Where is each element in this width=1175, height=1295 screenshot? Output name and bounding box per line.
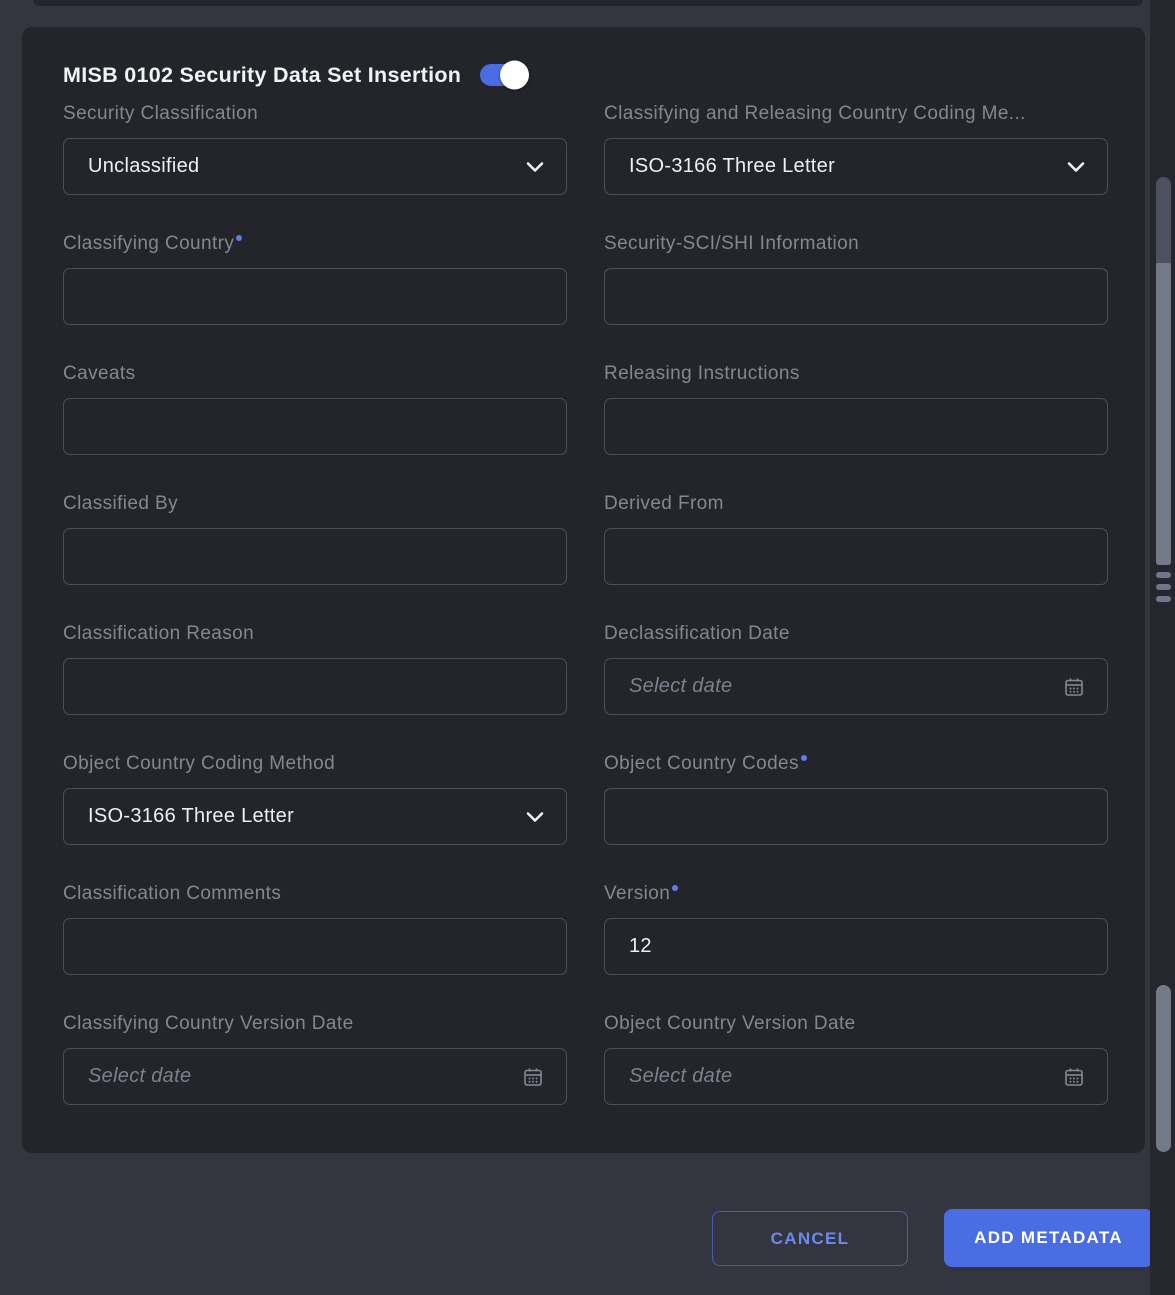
object-country-version-date-date-input[interactable]: Select date [604, 1048, 1108, 1105]
field-label-text: Object Country Coding Method [63, 753, 335, 774]
field-label-text: Classified By [63, 493, 178, 514]
field-label-text: Object Country Codes [604, 753, 799, 774]
scrollbar-thumb[interactable] [1156, 263, 1171, 565]
field-label-caveats: Caveats [63, 363, 567, 385]
field-version: Version 12 [604, 883, 1108, 975]
required-dot-icon [236, 235, 242, 241]
field-label-classifying-country-version-date: Classifying Country Version Date [63, 1013, 567, 1035]
field-label-classified-by: Classified By [63, 493, 567, 515]
field-label-text: Security Classification [63, 103, 258, 124]
field-label-releasing-instructions: Releasing Instructions [604, 363, 1108, 385]
required-dot-icon [801, 755, 807, 761]
misb-0102-security-form-panel: MISB 0102 Security Data Set Insertion Se… [22, 27, 1145, 1153]
classified-by-input[interactable] [63, 528, 567, 585]
field-label-text: Object Country Version Date [604, 1013, 856, 1034]
calendar-icon[interactable] [522, 1066, 544, 1088]
releasing-instructions-input[interactable] [604, 398, 1108, 455]
field-label-declassification-date: Declassification Date [604, 623, 1108, 645]
form-column-left: Security Classification Unclassified Class… [63, 103, 567, 1143]
field-label-text: Caveats [63, 363, 136, 384]
derived-from-input[interactable] [604, 528, 1108, 585]
security-classification-select[interactable]: Unclassified [63, 138, 567, 195]
chevron-down-icon [526, 811, 544, 822]
field-value-text: ISO-3166 Three Letter [629, 155, 835, 178]
cancel-button[interactable]: CANCEL [712, 1211, 908, 1266]
field-label-version: Version [604, 883, 1108, 905]
declassification-date-date-input[interactable]: Select date [604, 658, 1108, 715]
date-placeholder-text: Select date [629, 1065, 732, 1088]
field-releasing-instructions: Releasing Instructions [604, 363, 1108, 455]
field-label-text: Classifying and Releasing Country Coding… [604, 103, 1026, 124]
field-label-classification-reason: Classification Reason [63, 623, 567, 645]
field-security-classification: Security Classification Unclassified [63, 103, 567, 195]
field-label-classifying-releasing-country-coding-method: Classifying and Releasing Country Coding… [604, 103, 1108, 125]
form-column-right: Classifying and Releasing Country Coding… [604, 103, 1108, 1143]
field-object-country-version-date: Object Country Version Date Select date [604, 1013, 1108, 1105]
field-label-text: Releasing Instructions [604, 363, 800, 384]
field-derived-from: Derived From [604, 493, 1108, 585]
form-columns: Security Classification Unclassified Class… [63, 103, 1108, 1143]
classifying-country-input[interactable] [63, 268, 567, 325]
field-label-text: Derived From [604, 493, 724, 514]
calendar-icon[interactable] [1063, 676, 1085, 698]
chevron-down-icon [526, 161, 544, 172]
version-input[interactable]: 12 [604, 918, 1108, 975]
field-label-text: Classifying Country [63, 233, 234, 254]
required-dot-icon [672, 885, 678, 891]
field-classified-by: Classified By [63, 493, 567, 585]
field-object-country-codes: Object Country Codes [604, 753, 1108, 845]
panel-title: MISB 0102 Security Data Set Insertion [63, 63, 461, 88]
field-label-derived-from: Derived From [604, 493, 1108, 515]
calendar-icon[interactable] [1063, 1066, 1085, 1088]
field-classifying-country-version-date: Classifying Country Version Date Select d… [63, 1013, 567, 1105]
misb-0102-insertion-toggle[interactable] [480, 64, 526, 86]
add-metadata-button[interactable]: ADD METADATA [944, 1209, 1153, 1267]
classifying-country-version-date-date-input[interactable]: Select date [63, 1048, 567, 1105]
field-label-text: Declassification Date [604, 623, 790, 644]
object-country-coding-method-select[interactable]: ISO-3166 Three Letter [63, 788, 567, 845]
field-caveats: Caveats [63, 363, 567, 455]
field-security-sci-shi-information: Security-SCI/SHI Information [604, 233, 1108, 325]
toggle-knob-icon [500, 61, 529, 90]
date-placeholder-text: Select date [88, 1065, 191, 1088]
field-value-text: 12 [629, 935, 652, 958]
field-declassification-date: Declassification Date Select date [604, 623, 1108, 715]
field-label-object-country-version-date: Object Country Version Date [604, 1013, 1108, 1035]
date-placeholder-text: Select date [629, 675, 732, 698]
field-label-text: Classifying Country Version Date [63, 1013, 354, 1034]
object-country-codes-input[interactable] [604, 788, 1108, 845]
caveats-input[interactable] [63, 398, 567, 455]
classifying-releasing-country-coding-method-select[interactable]: ISO-3166 Three Letter [604, 138, 1108, 195]
field-object-country-coding-method: Object Country Coding Method ISO-3166 Thr… [63, 753, 567, 845]
field-label-text: Classification Comments [63, 883, 281, 904]
field-classifying-releasing-country-coding-method: Classifying and Releasing Country Coding… [604, 103, 1108, 195]
classification-comments-input[interactable] [63, 918, 567, 975]
scrollbar-grip-dash [1156, 572, 1171, 578]
vertical-scrollbar-track[interactable] [1150, 0, 1175, 1295]
security-sci-shi-information-input[interactable] [604, 268, 1108, 325]
previous-panel-bottom-edge [33, 0, 1143, 6]
scrollbar-grip-dash [1156, 584, 1171, 590]
panel-title-row: MISB 0102 Security Data Set Insertion [63, 60, 1108, 90]
classification-reason-input[interactable] [63, 658, 567, 715]
scrollbar-thumb-upper[interactable] [1156, 177, 1171, 265]
field-label-text: Version [604, 883, 670, 904]
field-label-security-classification: Security Classification [63, 103, 567, 125]
field-label-security-sci-shi-information: Security-SCI/SHI Information [604, 233, 1108, 255]
chevron-down-icon [1067, 161, 1085, 172]
field-label-classifying-country: Classifying Country [63, 233, 567, 255]
field-label-object-country-coding-method: Object Country Coding Method [63, 753, 567, 775]
field-classification-reason: Classification Reason [63, 623, 567, 715]
field-classifying-country: Classifying Country [63, 233, 567, 325]
scrollbar-grip-dash [1156, 596, 1171, 602]
field-label-text: Classification Reason [63, 623, 254, 644]
field-value-text: ISO-3166 Three Letter [88, 805, 294, 828]
field-label-object-country-codes: Object Country Codes [604, 753, 1108, 775]
field-label-text: Security-SCI/SHI Information [604, 233, 859, 254]
field-value-text: Unclassified [88, 155, 199, 178]
field-classification-comments: Classification Comments [63, 883, 567, 975]
scrollbar-thumb-lower[interactable] [1156, 985, 1171, 1152]
field-label-classification-comments: Classification Comments [63, 883, 567, 905]
